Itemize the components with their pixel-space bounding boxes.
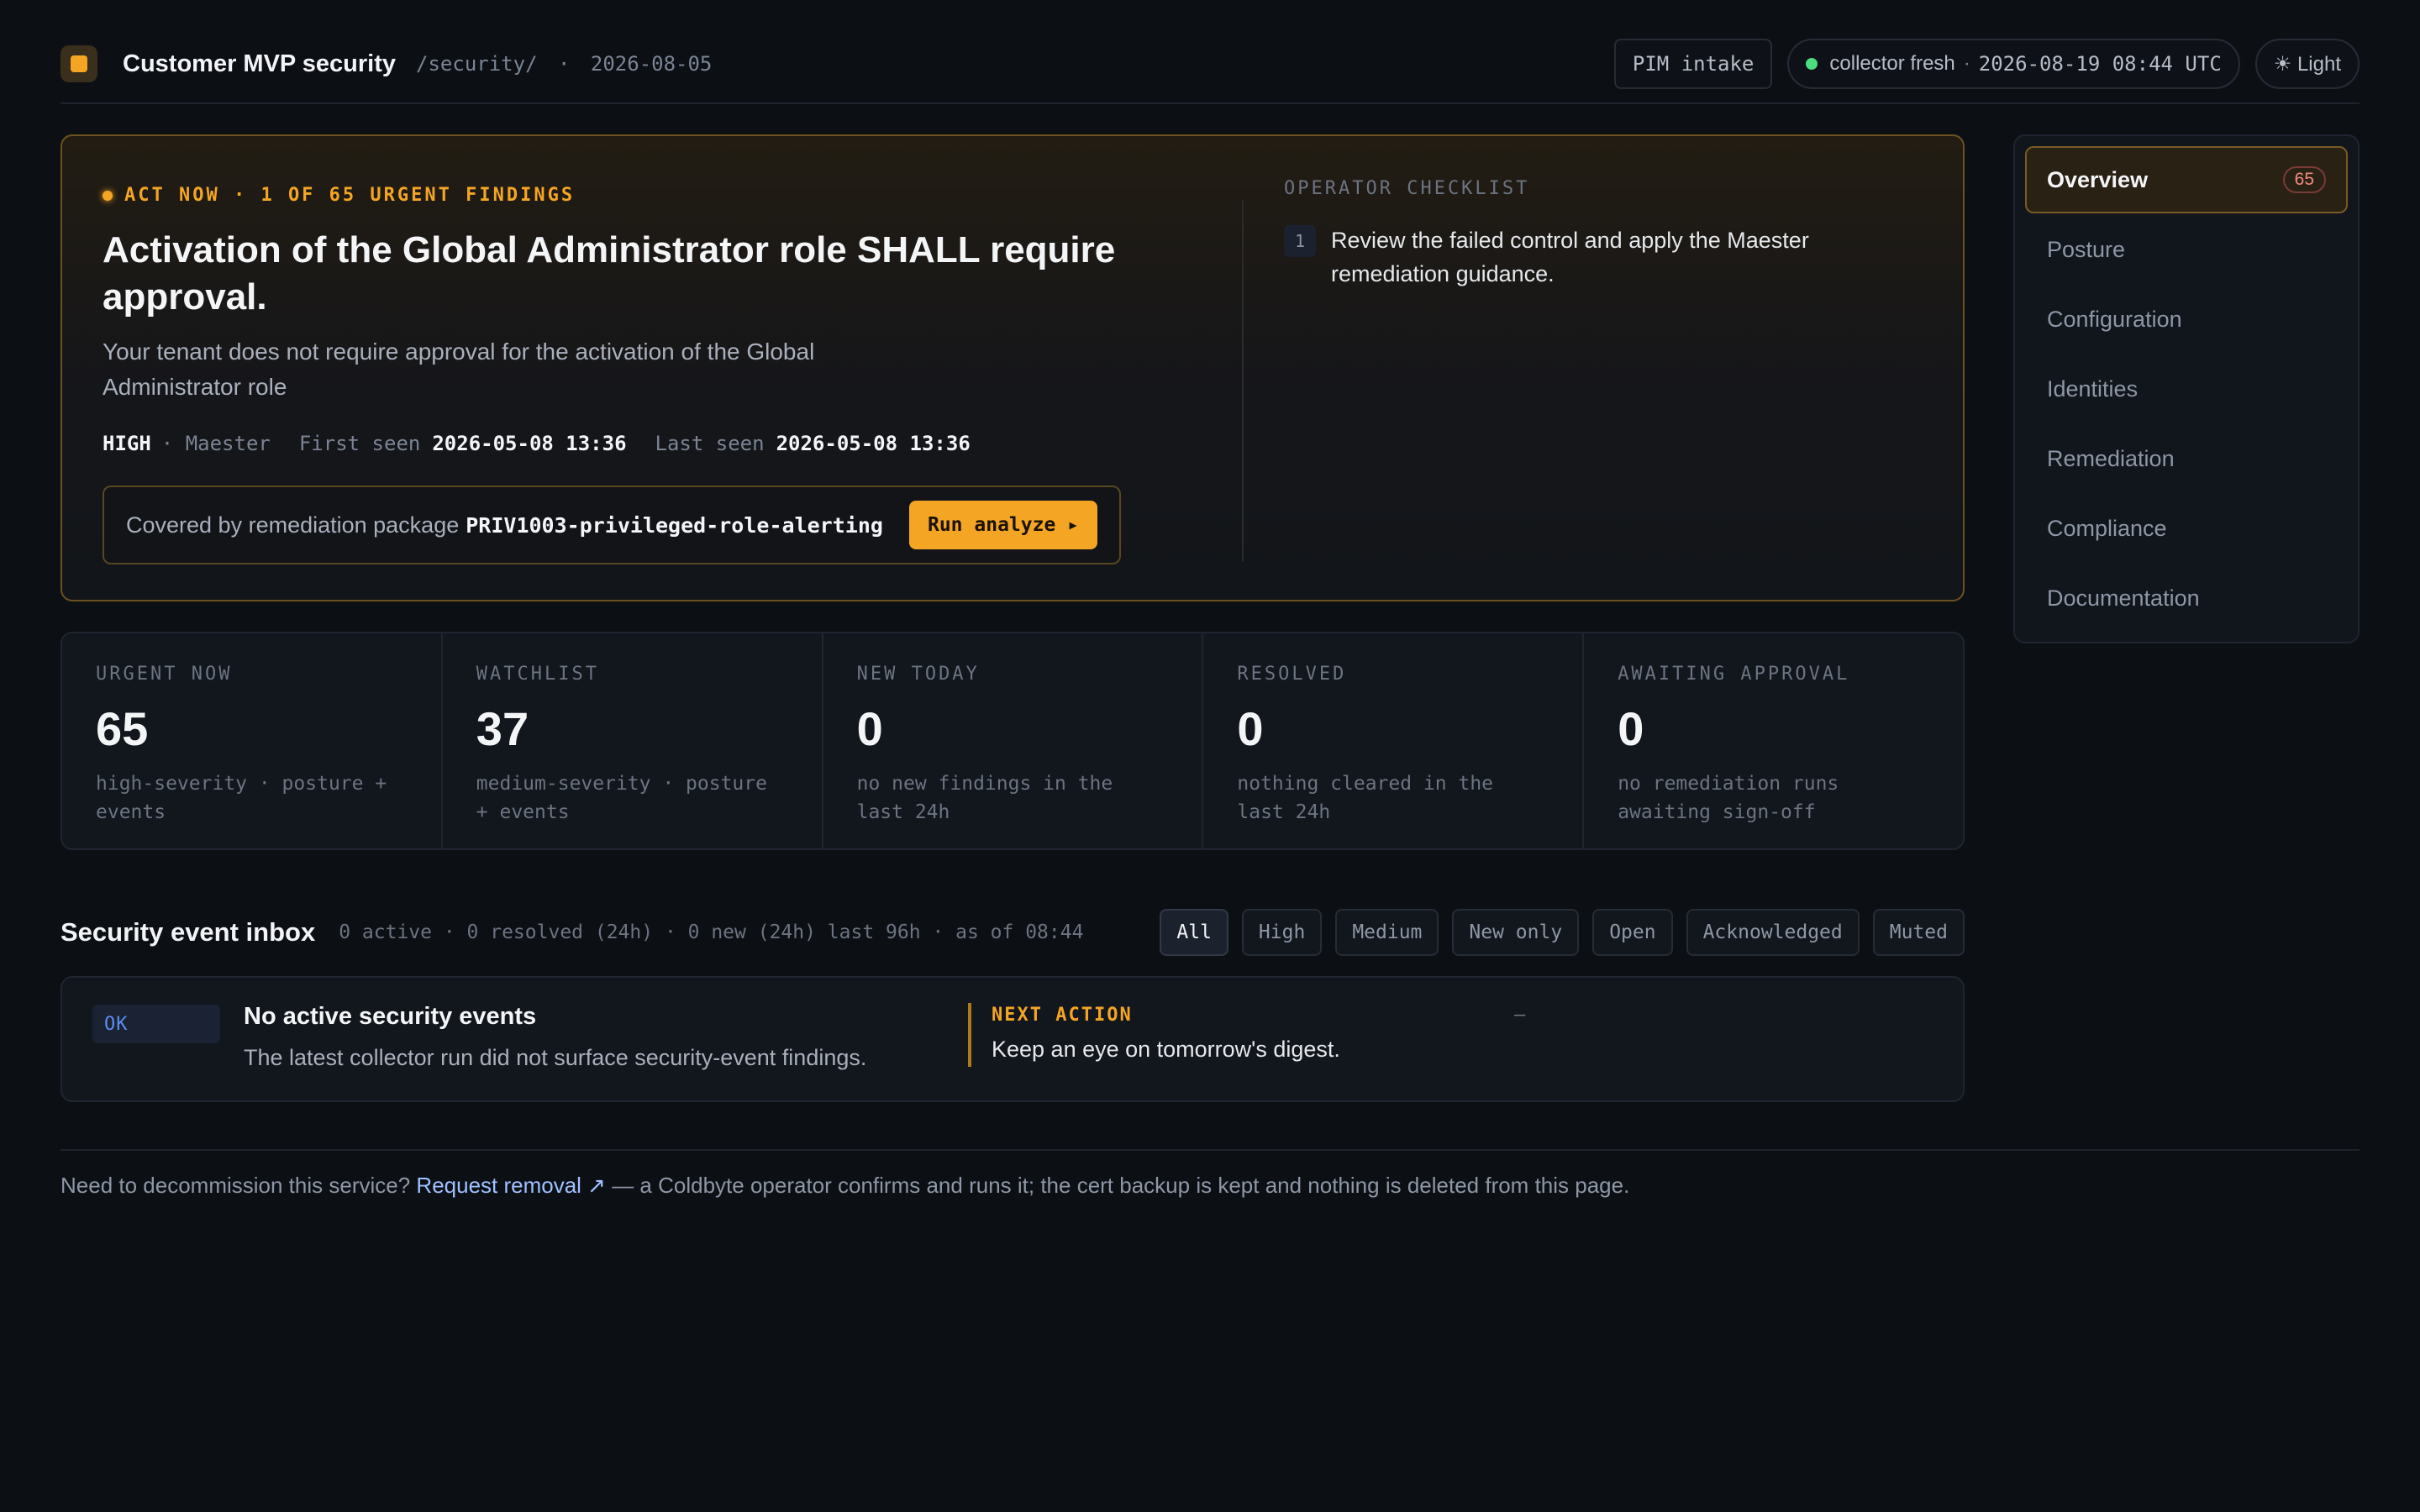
nav-item-label: Compliance xyxy=(2047,515,2167,541)
stat-value: 37 xyxy=(476,702,529,755)
stat-value: 0 xyxy=(1618,702,1644,755)
inbox-meta: 0 active · 0 resolved (24h) · 0 new (24h… xyxy=(339,921,1084,943)
stats-strip: URGENT NOW 65 high-severity · posture + … xyxy=(60,632,1965,850)
stat-awaiting-approval: AWAITING APPROVAL 0 no remediation runs … xyxy=(1584,633,1963,848)
filter-acknowledged[interactable]: Acknowledged xyxy=(1686,909,1860,956)
stat-resolved: RESOLVED 0 nothing cleared in the last 2… xyxy=(1203,633,1585,848)
stat-label: NEW TODAY xyxy=(856,664,980,685)
inbox-header: Security event inbox 0 active · 0 resolv… xyxy=(60,907,1965,958)
operator-checklist: OPERATOR CHECKLIST 1 Review the failed c… xyxy=(1284,136,1923,600)
page-title: Customer MVP security xyxy=(123,50,397,77)
status-badge: OK xyxy=(92,1005,220,1043)
stat-label: AWAITING APPROVAL xyxy=(1618,664,1850,685)
request-removal-link[interactable]: Request removal ↗ xyxy=(416,1173,606,1198)
nav-item-label: Overview xyxy=(2047,166,2149,192)
collector-separator: · xyxy=(1963,52,1970,75)
status-dot-icon xyxy=(1806,58,1818,70)
next-action-accent xyxy=(968,1003,971,1067)
breadcrumb: /security/ · 2026-08-05 xyxy=(416,52,712,76)
stat-value: 0 xyxy=(856,702,883,755)
stat-value: 65 xyxy=(96,702,149,755)
run-analyze-button[interactable]: Run analyze ▸ xyxy=(908,501,1097,549)
finding-meta: HIGH · Maester First seen 2026-05-08 13:… xyxy=(103,432,971,455)
finding-description: Your tenant does not require approval fo… xyxy=(103,339,815,400)
filter-open[interactable]: Open xyxy=(1592,909,1673,956)
package-name: PRIV1003-privileged-role-alerting xyxy=(466,512,883,538)
collector-status-label: collector fresh xyxy=(1829,52,1955,75)
footer-divider xyxy=(60,1149,2360,1151)
nav-item-configuration[interactable]: Configuration xyxy=(2025,286,2348,353)
stat-subtext: no new findings in the last 24h xyxy=(856,773,1113,823)
theme-toggle-button[interactable]: ☀ Light xyxy=(2254,39,2360,89)
finding-source: · Maester xyxy=(160,432,271,455)
next-action-label: NEXT ACTION xyxy=(992,1005,1133,1026)
nav-item-label: Identities xyxy=(2047,375,2139,402)
nav-item-remediation[interactable]: Remediation xyxy=(2025,425,2348,492)
alert-dot-icon xyxy=(103,190,113,201)
hero-divider xyxy=(1242,200,1244,561)
first-seen-label: First seen xyxy=(298,432,421,455)
nav-item-label: Documentation xyxy=(2047,585,2200,611)
stat-urgent-now: URGENT NOW 65 high-severity · posture + … xyxy=(62,633,443,848)
stat-subtext: high-severity · posture + events xyxy=(96,773,387,823)
event-title: No active security events xyxy=(244,1003,537,1030)
footer-prefix: Need to decommission this service? xyxy=(60,1173,411,1198)
nav-item-posture[interactable]: Posture xyxy=(2025,216,2348,283)
urgent-eyebrow: ACT NOW · 1 OF 65 URGENT FINDINGS xyxy=(103,185,575,206)
event-row[interactable]: OK No active security events The latest … xyxy=(60,976,1965,1102)
nav-item-documentation[interactable]: Documentation xyxy=(2025,564,2348,632)
section-nav: Overview 65 Posture Configuration Identi… xyxy=(2013,134,2360,643)
filter-medium[interactable]: Medium xyxy=(1335,909,1439,956)
collector-status-badge[interactable]: collector fresh · 2026-08-19 08:44 UTC xyxy=(1787,39,2240,89)
stat-label: URGENT NOW xyxy=(96,664,233,685)
inbox-filters: All High Medium New only Open Acknowledg… xyxy=(1160,909,1965,956)
count-badge: 65 xyxy=(2282,166,2326,193)
nav-item-identities[interactable]: Identities xyxy=(2025,355,2348,423)
top-bar: Customer MVP security /security/ · 2026-… xyxy=(60,25,2360,104)
nav-item-label: Remediation xyxy=(2047,445,2175,471)
remediation-package-box: Covered by remediation package PRIV1003-… xyxy=(103,486,1121,564)
severity-label: HIGH xyxy=(103,432,151,455)
checklist-item-number: 1 xyxy=(1284,225,1316,257)
nav-item-overview[interactable]: Overview 65 xyxy=(2025,146,2348,213)
package-text: Covered by remediation package xyxy=(126,512,460,538)
checklist-item-text: Review the failed control and apply the … xyxy=(1331,228,1809,286)
stat-value: 0 xyxy=(1237,702,1264,755)
pim-intake-button[interactable]: PIM intake xyxy=(1613,39,1773,89)
stat-subtext: nothing cleared in the last 24h xyxy=(1237,773,1494,823)
filter-high[interactable]: High xyxy=(1241,909,1323,956)
finding-title: Activation of the Global Administrator r… xyxy=(103,229,1116,318)
footer-note: Need to decommission this service? Reque… xyxy=(60,1173,1629,1199)
stat-label: WATCHLIST xyxy=(476,664,600,685)
breadcrumb-separator: · xyxy=(557,52,571,76)
filter-all[interactable]: All xyxy=(1160,909,1228,956)
stat-subtext: no remediation runs awaiting sign-off xyxy=(1618,773,1839,823)
stat-new-today: NEW TODAY 0 no new findings in the last … xyxy=(823,633,1204,848)
footer-suffix: — a Coldbyte operator confirms and runs … xyxy=(612,1173,1630,1198)
nav-item-label: Configuration xyxy=(2047,306,2182,332)
next-action-text: Keep an eye on tomorrow's digest. xyxy=(992,1037,1340,1062)
collector-time: 2026-08-19 08:44 UTC xyxy=(1978,52,2222,76)
urgent-eyebrow-text: ACT NOW · 1 OF 65 URGENT FINDINGS xyxy=(124,185,576,206)
stat-watchlist: WATCHLIST 37 medium-severity · posture +… xyxy=(443,633,823,848)
filter-new-only[interactable]: New only xyxy=(1452,909,1580,956)
stat-subtext: medium-severity · posture + events xyxy=(476,773,767,823)
app-logo-icon xyxy=(60,45,97,82)
filter-muted[interactable]: Muted xyxy=(1872,909,1965,956)
checklist-item: 1 Review the failed control and apply th… xyxy=(1284,223,1886,291)
first-seen-value: 2026-05-08 13:36 xyxy=(432,432,627,455)
last-seen-value: 2026-05-08 13:36 xyxy=(776,432,971,455)
event-description: The latest collector run did not surface… xyxy=(244,1045,867,1070)
nav-item-label: Posture xyxy=(2047,236,2126,262)
checklist-title: OPERATOR CHECKLIST xyxy=(1284,178,1530,199)
nav-item-compliance[interactable]: Compliance xyxy=(2025,495,2348,562)
event-extra-placeholder: – xyxy=(1514,1003,1526,1026)
breadcrumb-path[interactable]: /security/ xyxy=(416,52,538,76)
breadcrumb-date: 2026-08-05 xyxy=(590,52,713,76)
last-seen-label: Last seen xyxy=(655,432,765,455)
stat-label: RESOLVED xyxy=(1237,664,1347,685)
inbox-title: Security event inbox xyxy=(60,917,316,947)
urgent-finding-card: ACT NOW · 1 OF 65 URGENT FINDINGS Activa… xyxy=(60,134,1965,601)
